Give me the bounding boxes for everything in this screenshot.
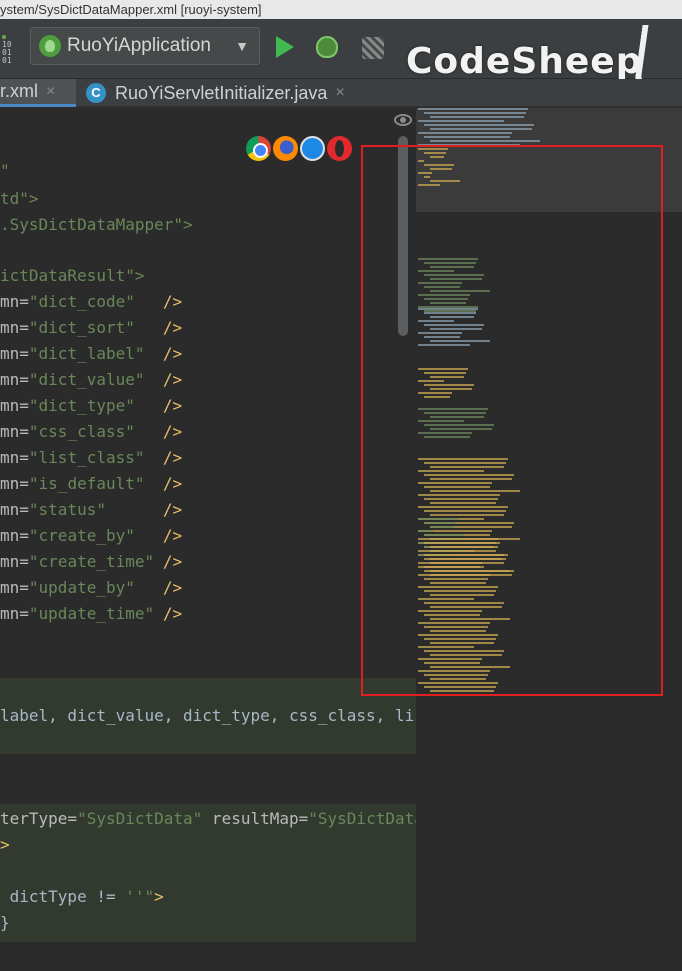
result-mapping-line: mn="create_time"/>: [0, 552, 183, 571]
binary-icon[interactable]: 10 01 01: [2, 33, 20, 65]
window-title: ystem/SysDictDataMapper.xml [ruoyi-syste…: [0, 0, 682, 19]
result-mapping-line: mn="dict_label"/>: [0, 344, 183, 363]
result-mapping-line: mn="is_default"/>: [0, 474, 183, 493]
minimap-line: [418, 120, 504, 122]
result-mapping-line: mn="dict_sort"/>: [0, 318, 183, 337]
class-icon: C: [86, 83, 106, 103]
minimap-line: [424, 136, 510, 138]
tab-ruoyiservletinitializer-java[interactable]: C RuoYiServletInitializer.java ×: [86, 79, 386, 107]
result-mapping-line: mn="update_by"/>: [0, 578, 183, 597]
result-mapping-line: mn="list_class"/>: [0, 448, 183, 467]
code-line: ictDataResult">: [0, 266, 145, 285]
browser-preview-icons: [246, 136, 352, 161]
code-line: td">: [0, 189, 39, 208]
minimap-line: [430, 140, 540, 142]
result-mapping-line: mn="create_by"/>: [0, 526, 183, 545]
code-line: label, dict_value, dict_type, css_class,…: [0, 706, 416, 725]
editor-tabs: r.xml × C RuoYiServletInitializer.java ×: [0, 79, 682, 107]
code-line: ": [0, 161, 10, 180]
code-line: dictType != ''">: [0, 887, 164, 906]
chevron-down-icon: ▼: [235, 38, 249, 54]
minimap-line: [418, 108, 528, 110]
code-line: }: [0, 913, 10, 932]
code-line: .SysDictDataMapper">: [0, 215, 193, 234]
tab-label: RuoYiServletInitializer.java: [115, 82, 328, 103]
run-configuration-select[interactable]: RuoYiApplication ▼: [30, 27, 260, 65]
minimap-line: [424, 112, 526, 114]
result-mapping-line: mn="status"/>: [0, 500, 183, 519]
coverage-button[interactable]: [362, 37, 384, 59]
main-toolbar: 10 01 01 RuoYiApplication ▼ CodeSheep: [0, 19, 682, 89]
result-mapping-line: mn="dict_code"/>: [0, 292, 183, 311]
result-mapping-line: mn="css_class"/>: [0, 422, 183, 441]
code-editor[interactable]: " td"> .SysDictDataMapper"> ictDataResul…: [0, 108, 682, 971]
minimap-line: [430, 128, 532, 130]
firefox-icon[interactable]: [273, 136, 298, 161]
code-area[interactable]: " td"> .SysDictDataMapper"> ictDataResul…: [0, 108, 416, 971]
run-configuration-label: RuoYiApplication: [67, 35, 211, 56]
minimap-line: [418, 132, 512, 134]
eye-icon[interactable]: [394, 114, 412, 126]
safari-icon[interactable]: [300, 136, 325, 161]
code-line: >: [0, 835, 10, 854]
close-icon[interactable]: ×: [335, 84, 344, 102]
result-mapping-line: mn="update_time"/>: [0, 604, 183, 623]
highlight-rectangle: [361, 145, 663, 696]
spring-boot-icon: [39, 35, 61, 57]
minimap-line: [424, 124, 534, 126]
close-icon[interactable]: ×: [46, 83, 55, 101]
watermark-logo: CodeSheep: [406, 41, 643, 82]
code-line: terType="SysDictData" resultMap="SysDict…: [0, 809, 416, 828]
opera-icon[interactable]: [327, 136, 352, 161]
run-button[interactable]: [276, 36, 294, 58]
tab-sysdictdatamapper-xml[interactable]: r.xml ×: [0, 79, 76, 107]
tab-label: r.xml: [0, 81, 38, 101]
debug-button[interactable]: [316, 36, 338, 58]
result-mapping-line: mn="dict_type"/>: [0, 396, 183, 415]
chrome-icon[interactable]: [246, 136, 271, 161]
result-mapping-line: mn="dict_value"/>: [0, 370, 183, 389]
minimap-line: [430, 116, 524, 118]
